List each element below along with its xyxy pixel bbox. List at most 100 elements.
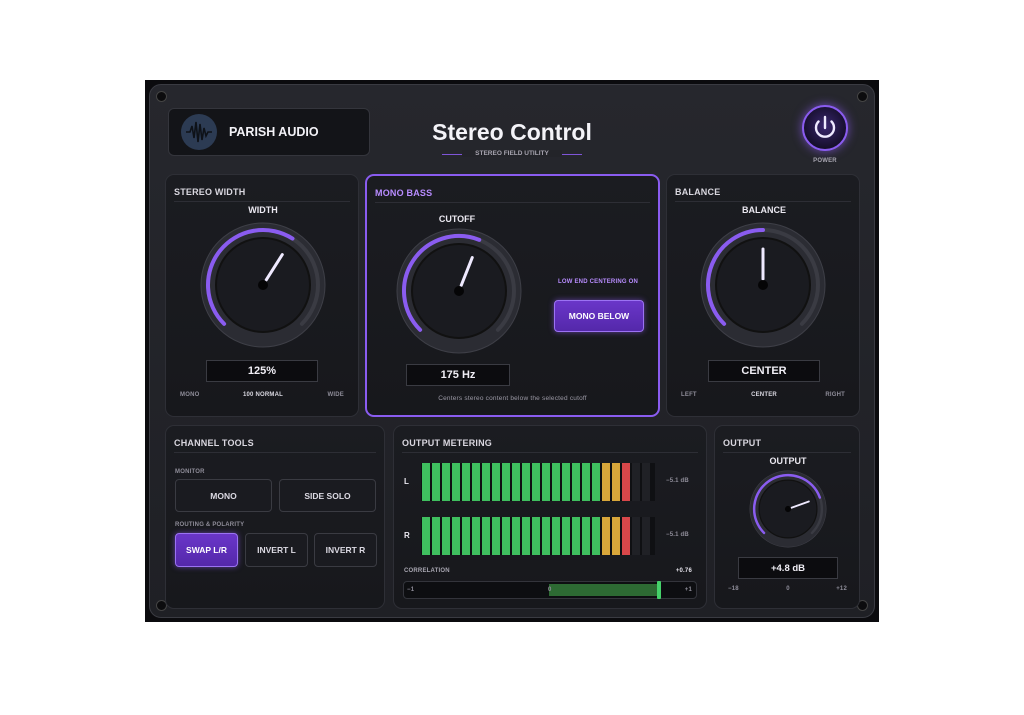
cutoff-knob[interactable] xyxy=(394,226,524,356)
meter-segment xyxy=(562,517,570,555)
balance-panel: BALANCE BALANCE CENTER LEFT CENTER RIGHT xyxy=(666,174,860,417)
meter-segment xyxy=(422,463,430,501)
invert-l-button[interactable]: INVERT L xyxy=(245,533,308,567)
output-value: +4.8 dB xyxy=(738,557,838,579)
scale-left: −18 xyxy=(728,586,739,592)
routing-label: ROUTING & POLARITY xyxy=(175,522,245,528)
meter-segment xyxy=(632,517,640,555)
scale-right: +12 xyxy=(836,586,847,592)
meter-segment xyxy=(592,463,600,501)
corr-mid: 0 xyxy=(548,587,552,593)
meter-segment xyxy=(492,463,500,501)
correlation-meter: −1 0 +1 xyxy=(403,581,697,599)
corr-min: −1 xyxy=(407,587,415,593)
meter-segment xyxy=(522,463,530,501)
output-panel: OUTPUT OUTPUT +4.8 dB −18 0 +12 xyxy=(714,425,860,609)
meter-segment xyxy=(502,463,510,501)
invert-r-button[interactable]: INVERT R xyxy=(314,533,377,567)
power-label: POWER xyxy=(813,158,837,164)
meter-segment xyxy=(582,463,590,501)
meter-segment xyxy=(472,517,480,555)
width-knob[interactable] xyxy=(198,220,328,350)
knob-label: WIDTH xyxy=(248,205,278,215)
meter-segment xyxy=(562,463,570,501)
page-title: Stereo Control xyxy=(432,119,592,145)
meter-segment xyxy=(442,517,450,555)
divider xyxy=(174,201,350,202)
meter-segment xyxy=(552,517,560,555)
channel-tools-panel: CHANNEL TOOLS MONITOR MONO SIDE SOLO ROU… xyxy=(165,425,385,609)
meter-segment xyxy=(572,463,580,501)
correlation-label: CORRELATION xyxy=(404,568,450,574)
meter-segment xyxy=(512,463,520,501)
mono-button[interactable]: MONO xyxy=(175,479,272,512)
knob-center xyxy=(258,280,268,290)
scale-left: MONO xyxy=(180,392,200,398)
corr-max: +1 xyxy=(684,587,692,593)
plugin-window: PARISH AUDIO Stereo Control STEREO FIELD… xyxy=(145,80,879,622)
scale-center: 0 xyxy=(786,586,790,592)
correlation-marker xyxy=(657,581,662,599)
meter-segment xyxy=(542,517,550,555)
meter-right-value: −5.1 dB xyxy=(666,532,689,538)
balance-knob[interactable] xyxy=(698,220,828,350)
panel-title: OUTPUT METERING xyxy=(402,438,492,448)
meter-left xyxy=(421,463,655,501)
scale-center: CENTER xyxy=(751,392,777,398)
screw xyxy=(857,91,868,102)
correlation-value: +0.76 xyxy=(675,568,692,574)
stereo-width-panel: STEREO WIDTH WIDTH 125% MONO 100 NORMAL … xyxy=(165,174,359,417)
meter-segment xyxy=(552,463,560,501)
meter-segment xyxy=(462,517,470,555)
divider xyxy=(675,201,851,202)
meter-segment xyxy=(452,517,460,555)
side-solo-button[interactable]: SIDE SOLO xyxy=(279,479,376,512)
meter-left-label: L xyxy=(404,477,409,486)
monitor-label: MONITOR xyxy=(175,469,205,475)
panel-title: STEREO WIDTH xyxy=(174,187,246,197)
swap-lr-button[interactable]: SWAP L/R xyxy=(175,533,238,567)
meter-right xyxy=(421,517,655,555)
mono-below-button[interactable]: MONO BELOW xyxy=(554,300,644,332)
output-metering-panel: OUTPUT METERING L −5.1 dB R −5.1 dB CORR… xyxy=(393,425,707,609)
meter-segment xyxy=(612,463,620,501)
meter-segment xyxy=(482,463,490,501)
meter-segment xyxy=(642,463,650,501)
meter-segment xyxy=(602,517,610,555)
knob-label: BALANCE xyxy=(742,205,786,215)
meter-segment xyxy=(482,517,490,555)
scale-right: WIDE xyxy=(327,392,344,398)
meter-segment xyxy=(622,463,630,501)
meter-segment xyxy=(592,517,600,555)
meter-segment xyxy=(572,517,580,555)
screw xyxy=(156,91,167,102)
scale-left: LEFT xyxy=(681,392,697,398)
meter-right-label: R xyxy=(404,531,410,540)
meter-segment xyxy=(502,517,510,555)
mono-bass-panel: MONO BASS CUTOFF LOW END CENTERING ON MO… xyxy=(365,174,660,417)
meter-segment xyxy=(532,517,540,555)
meter-segment xyxy=(432,517,440,555)
meter-segment xyxy=(602,463,610,501)
panel-title: OUTPUT xyxy=(723,438,762,448)
meter-segment xyxy=(522,517,530,555)
plugin-frame: PARISH AUDIO Stereo Control STEREO FIELD… xyxy=(149,84,875,618)
divider xyxy=(723,452,851,453)
balance-value: CENTER xyxy=(708,360,820,382)
divider xyxy=(402,452,698,453)
meter-segment xyxy=(422,517,430,555)
meter-segment xyxy=(642,517,650,555)
output-knob[interactable] xyxy=(748,469,828,549)
panel-title: BALANCE xyxy=(675,187,721,197)
power-icon xyxy=(814,115,836,138)
knob-center xyxy=(454,286,464,296)
scale-center: 100 NORMAL xyxy=(242,392,283,398)
brand-name: PARISH AUDIO xyxy=(229,125,319,139)
knob-center xyxy=(758,280,768,290)
meter-segment xyxy=(632,463,640,501)
meter-segment xyxy=(442,463,450,501)
scale-right: RIGHT xyxy=(825,392,845,398)
meter-segment xyxy=(622,517,630,555)
power-button[interactable] xyxy=(802,105,848,151)
knob-label: OUTPUT xyxy=(769,456,807,466)
